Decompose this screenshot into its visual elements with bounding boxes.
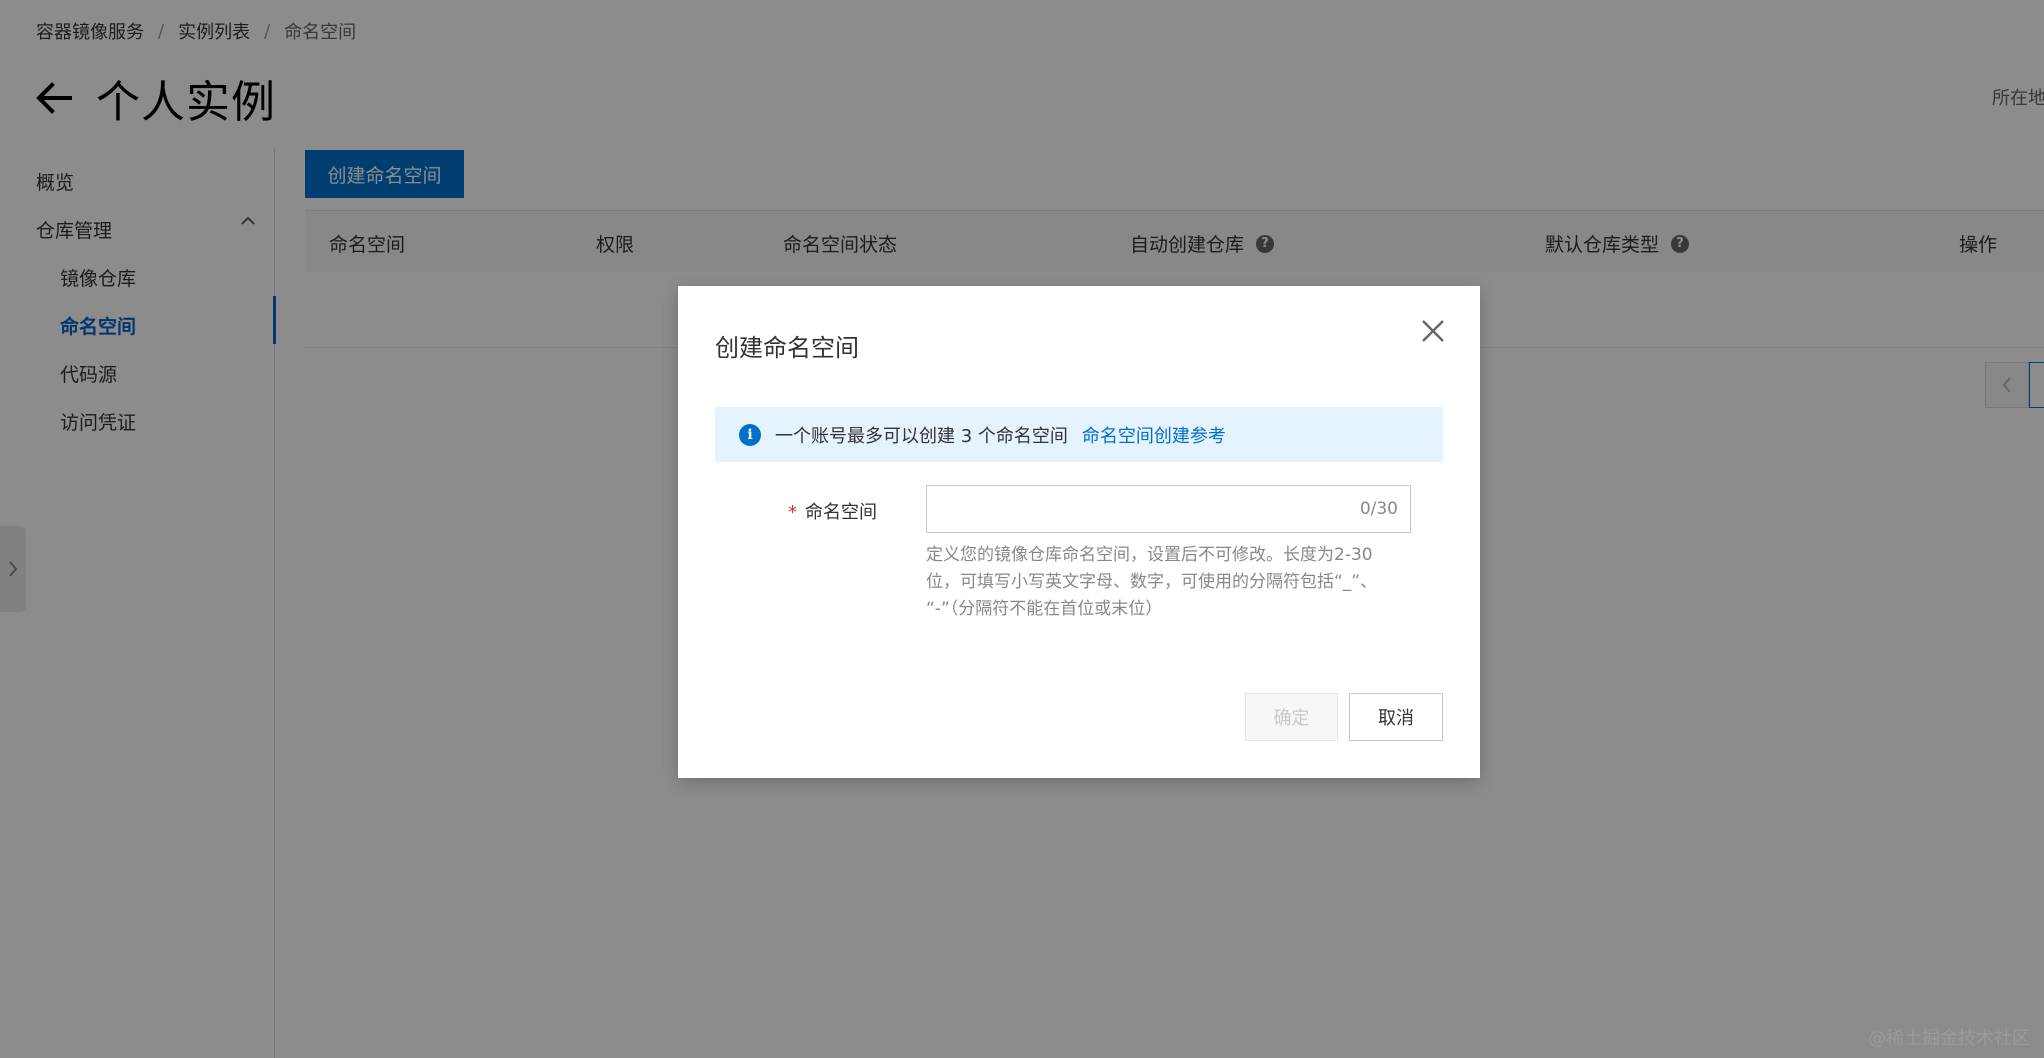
info-icon: i (739, 423, 761, 446)
namespace-help-text: 定义您的镜像仓库命名空间，设置后不可修改。长度为2-30 位，可填写小写英文字母… (926, 542, 1426, 623)
create-namespace-dialog: 创建命名空间 i 一个账号最多可以创建 3 个命名空间 命名空间创建参考 * 命名… (678, 286, 1480, 778)
namespace-field-label-text: 命名空间 (805, 502, 877, 523)
cancel-button[interactable]: 取消 (1349, 693, 1443, 741)
help-text-line: 位，可填写小写英文字母、数字，可使用的分隔符包括“_”、 (926, 572, 1378, 592)
namespace-field-label: * 命名空间 (788, 498, 877, 524)
namespace-reference-link[interactable]: 命名空间创建参考 (1082, 422, 1226, 448)
namespace-input-container: 0/30 (926, 485, 1411, 533)
watermark: @稀土掘金技术社区 (1868, 1028, 2030, 1049)
close-icon[interactable] (1416, 314, 1450, 348)
char-counter: 0/30 (1359, 499, 1398, 519)
help-text-line: “-”（分隔符不能在首位或末位） (926, 599, 1163, 619)
info-notice: i 一个账号最多可以创建 3 个命名空间 命名空间创建参考 (715, 407, 1443, 462)
namespace-input[interactable] (927, 486, 1347, 532)
required-indicator: * (788, 502, 797, 523)
notice-text: 一个账号最多可以创建 3 个命名空间 (775, 425, 1068, 447)
help-text-line: 定义您的镜像仓库命名空间，设置后不可修改。长度为2-30 (926, 545, 1373, 565)
dialog-title: 创建命名空间 (715, 334, 859, 362)
confirm-button[interactable]: 确定 (1245, 693, 1338, 741)
page: 容器镜像服务 / 实例列表 / 命名空间 个人实例 所在地域 概览 仓库管理 镜… (0, 0, 2044, 1058)
